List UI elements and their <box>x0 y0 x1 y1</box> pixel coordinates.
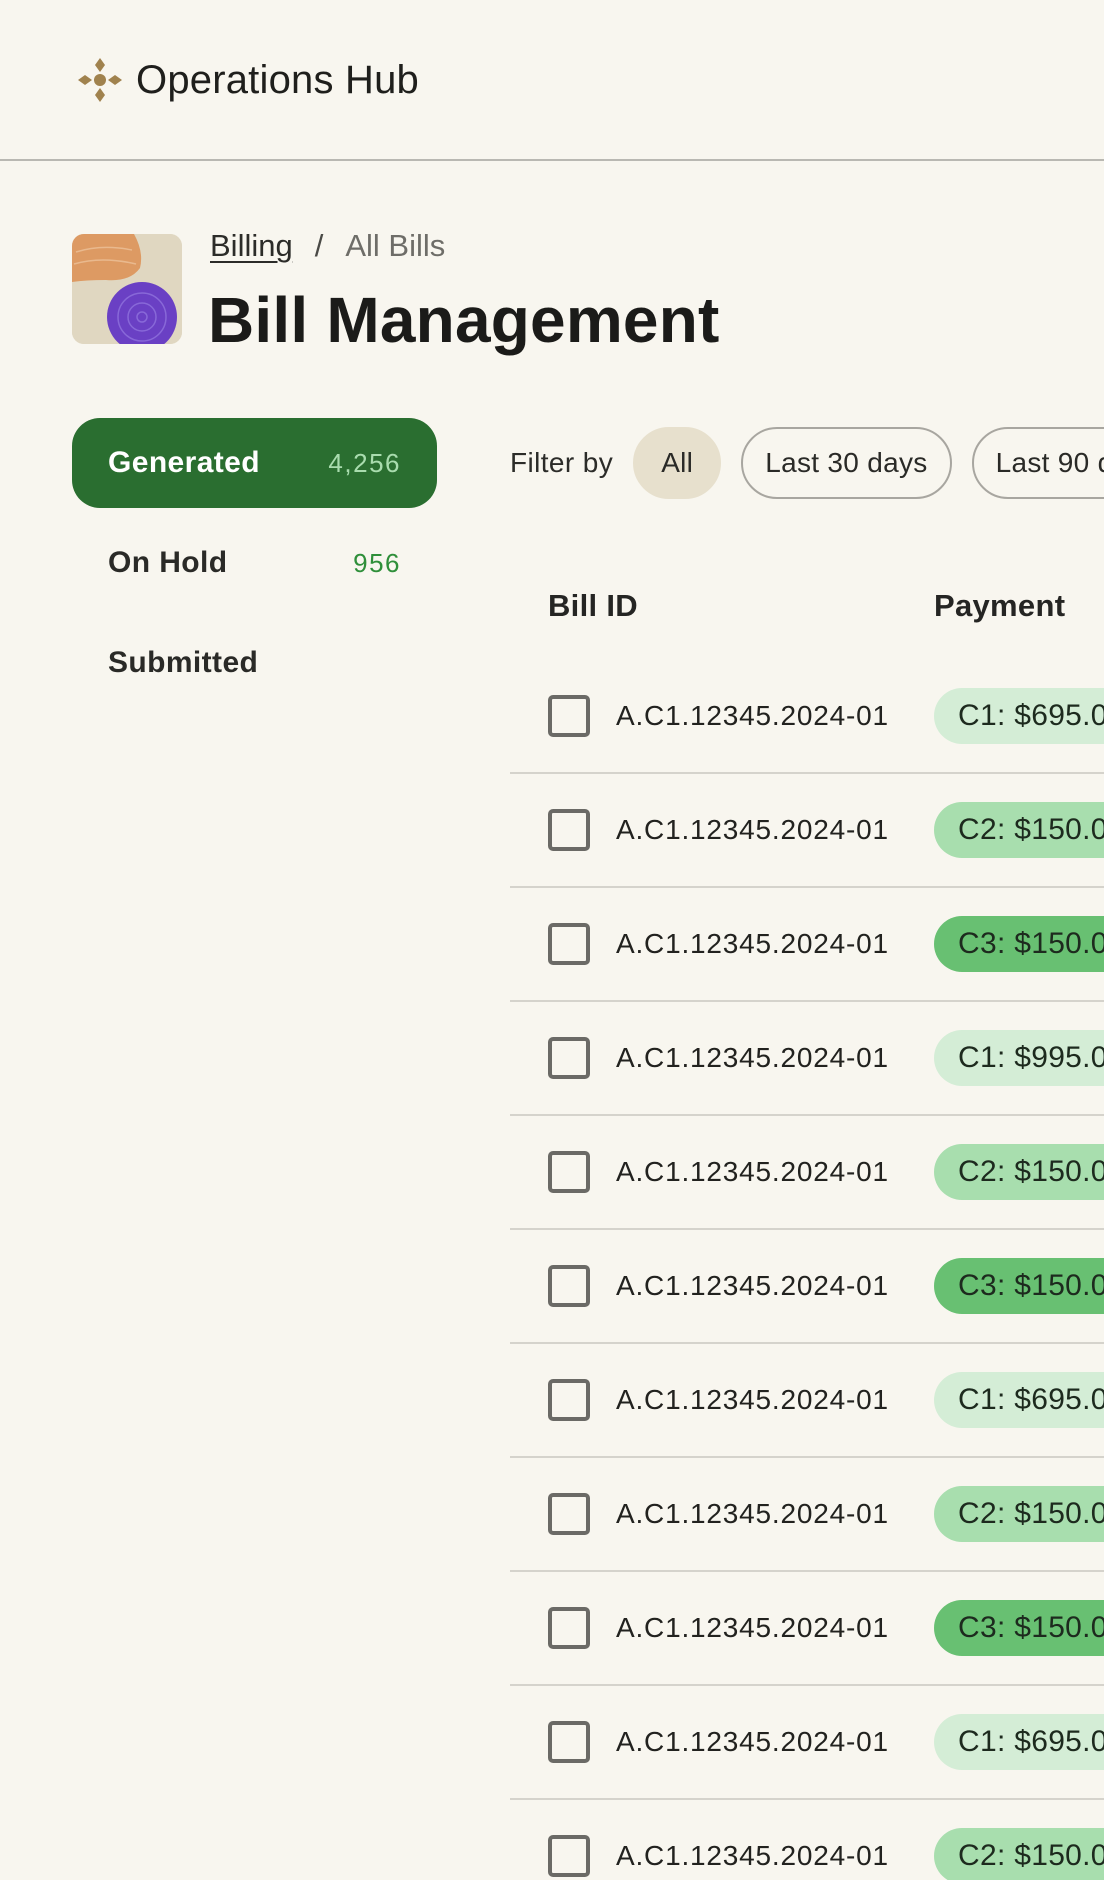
bill-id-cell: A.C1.12345.2024-01 <box>616 1498 889 1529</box>
sidebar-item-label: On Hold <box>108 546 228 579</box>
filter-label: Filter by <box>510 447 614 478</box>
payment-badge: C2: $150.00 <box>934 802 1104 858</box>
page-title: Bill Management <box>208 284 720 356</box>
row-checkbox[interactable] <box>548 923 590 965</box>
payment-badge: C1: $695.00 <box>934 1372 1104 1428</box>
breadcrumb: Billing / All Bills <box>210 228 445 264</box>
table-row[interactable]: A.C1.12345.2024-01 C1: $695.00 <box>510 660 1104 774</box>
bill-id-cell: A.C1.12345.2024-01 <box>616 1042 889 1073</box>
table-row[interactable]: A.C1.12345.2024-01 C3: $150.00 <box>510 1572 1104 1686</box>
row-checkbox[interactable] <box>548 1721 590 1763</box>
breadcrumb-separator: / <box>314 228 324 263</box>
payment-badge: C2: $150.00 <box>934 1144 1104 1200</box>
sidebar-item-label: Generated <box>108 446 260 479</box>
breadcrumb-current: All Bills <box>345 228 446 263</box>
table-row[interactable]: A.C1.12345.2024-01 C3: $150.00 <box>510 1230 1104 1344</box>
column-header-bill-id[interactable]: Bill ID <box>548 588 638 624</box>
bill-id-cell: A.C1.12345.2024-01 <box>616 1726 889 1757</box>
row-checkbox[interactable] <box>548 1835 590 1877</box>
bill-id-cell: A.C1.12345.2024-01 <box>616 928 889 959</box>
sidebar-item-count: 4,256 <box>328 447 401 478</box>
table-row[interactable]: A.C1.12345.2024-01 C2: $150.00 <box>510 1800 1104 1880</box>
payment-badge: C1: $695.00 <box>934 688 1104 744</box>
payment-badge: C1: $995.00 <box>934 1030 1104 1086</box>
table-row[interactable]: A.C1.12345.2024-01 C1: $695.00 <box>510 1344 1104 1458</box>
column-header-payment[interactable]: Payment <box>934 588 1065 624</box>
abstract-shapes-avatar <box>72 234 182 344</box>
table-row[interactable]: A.C1.12345.2024-01 C2: $150.00 <box>510 774 1104 888</box>
filter-bar: Filter by All Last 30 days Last 90 days <box>510 426 1104 500</box>
row-checkbox[interactable] <box>548 1379 590 1421</box>
filter-chip-last-30-days[interactable]: Last 30 days <box>741 427 952 499</box>
bill-id-cell: A.C1.12345.2024-01 <box>616 700 889 731</box>
sidebar-item-submitted[interactable]: Submitted <box>72 618 437 708</box>
row-checkbox[interactable] <box>548 1607 590 1649</box>
payment-badge: C1: $695.00 <box>934 1714 1104 1770</box>
sidebar-item-label: Submitted <box>108 646 259 679</box>
payment-badge: C2: $150.00 <box>934 1486 1104 1542</box>
payment-badge: C2: $150.00 <box>934 1828 1104 1880</box>
row-checkbox[interactable] <box>548 1265 590 1307</box>
top-bar: Operations Hub <box>0 0 1104 161</box>
row-checkbox[interactable] <box>548 695 590 737</box>
table-row[interactable]: A.C1.12345.2024-01 C3: $150.00 <box>510 888 1104 1002</box>
row-checkbox[interactable] <box>548 1493 590 1535</box>
bills-table: Bill ID Payment A.C1.12345.2024-01 C1: $6… <box>510 560 1104 1880</box>
brand[interactable]: Operations Hub <box>76 56 419 104</box>
sidebar-item-count: 956 <box>353 547 401 578</box>
sidebar-item-on-hold[interactable]: On Hold 956 <box>72 518 437 608</box>
bill-id-cell: A.C1.12345.2024-01 <box>616 1156 889 1187</box>
page: Operations Hub Billing / All Bills Bill … <box>0 0 1104 1880</box>
row-checkbox[interactable] <box>548 1037 590 1079</box>
payment-badge: C3: $150.00 <box>934 916 1104 972</box>
bill-id-cell: A.C1.12345.2024-01 <box>616 1384 889 1415</box>
filter-chip-all[interactable]: All <box>633 427 722 499</box>
bill-id-cell: A.C1.12345.2024-01 <box>616 1612 889 1643</box>
status-sidebar: Generated 4,256 On Hold 956 Submitted <box>72 418 437 718</box>
payment-badge: C3: $150.00 <box>934 1258 1104 1314</box>
bill-id-cell: A.C1.12345.2024-01 <box>616 814 889 845</box>
table-body: A.C1.12345.2024-01C1: $695.00A.C1.12345.… <box>510 660 1104 1880</box>
table-row[interactable]: A.C1.12345.2024-01 C1: $695.00 <box>510 1686 1104 1800</box>
bill-id-cell: A.C1.12345.2024-01 <box>616 1270 889 1301</box>
bill-id-cell: A.C1.12345.2024-01 <box>616 1840 889 1871</box>
row-checkbox[interactable] <box>548 1151 590 1193</box>
app-name: Operations Hub <box>136 57 419 102</box>
filter-chip-last-90-days[interactable]: Last 90 days <box>971 427 1104 499</box>
row-checkbox[interactable] <box>548 809 590 851</box>
table-row[interactable]: A.C1.12345.2024-01 C2: $150.00 <box>510 1458 1104 1572</box>
sidebar-item-generated[interactable]: Generated 4,256 <box>72 418 437 508</box>
breadcrumb-billing-link[interactable]: Billing <box>210 228 293 264</box>
table-header: Bill ID Payment <box>510 560 1104 660</box>
avatar <box>72 234 182 344</box>
table-row[interactable]: A.C1.12345.2024-01 C2: $150.00 <box>510 1116 1104 1230</box>
table-row[interactable]: A.C1.12345.2024-01 C1: $995.00 <box>510 1002 1104 1116</box>
compass-diamond-icon <box>78 58 122 102</box>
payment-badge: C3: $150.00 <box>934 1600 1104 1656</box>
